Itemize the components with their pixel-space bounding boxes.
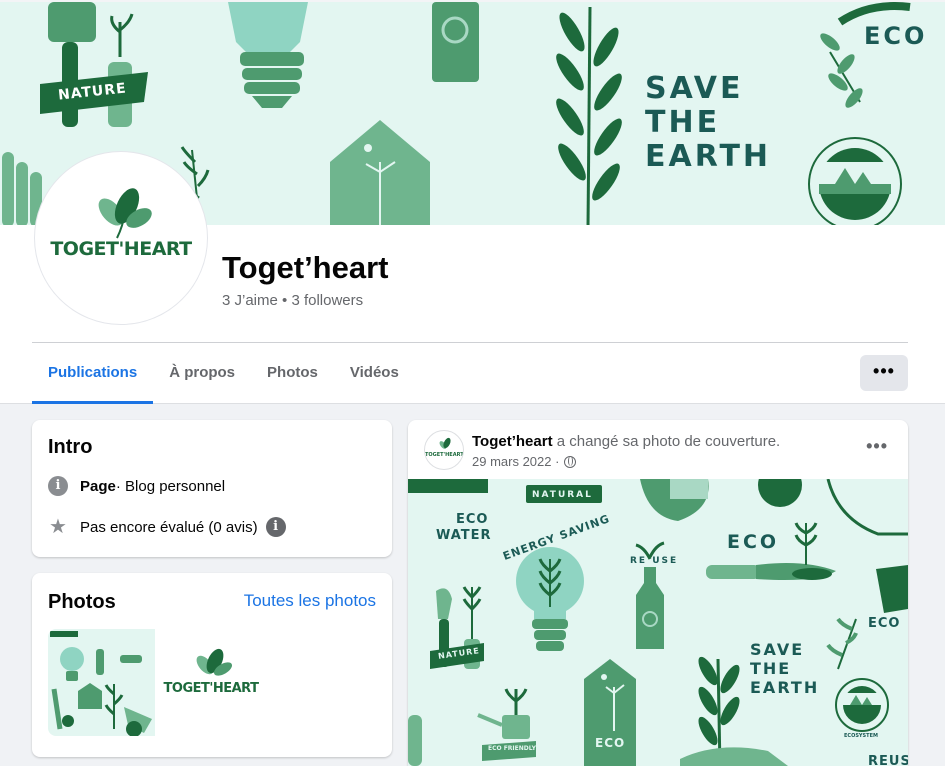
- post-avatar-logo-text: TOGET'HEART: [425, 452, 464, 458]
- save-the-earth-text: SAVE THE EARTH: [645, 72, 771, 174]
- save-line-1: SAVE: [645, 71, 744, 106]
- info-icon: i: [48, 476, 68, 496]
- save-line-2: THE: [645, 105, 721, 140]
- eco-water-line-2: WATER: [436, 528, 492, 543]
- post-header: Toget’heart a changé sa photo de couvert…: [472, 433, 780, 450]
- rating-info-icon[interactable]: i: [265, 517, 286, 537]
- post-cover-image[interactable]: NATURAL ECO WATER ENERGY SAVING RE USE E…: [408, 479, 908, 766]
- save-the-earth-text: SAVE THE EARTH: [750, 640, 819, 697]
- avatar-logo-text: TOGET'HEART: [50, 238, 192, 260]
- reuse-label: RE USE: [630, 556, 679, 566]
- post-author-avatar[interactable]: TOGET'HEART: [424, 430, 464, 470]
- photo-thumbnail-cover[interactable]: [48, 629, 155, 736]
- thumbnail-logo-text: TOGET'HEART: [163, 681, 259, 696]
- tab-publications[interactable]: Publications: [32, 344, 154, 404]
- eco-label: ECO: [864, 22, 928, 50]
- photos-title: Photos: [48, 591, 116, 613]
- photo-thumbnail-logo[interactable]: TOGET'HEART: [157, 629, 265, 736]
- profile-avatar[interactable]: TOGET'HEART: [35, 152, 207, 324]
- post-more-button[interactable]: •••: [866, 436, 888, 457]
- ecosystem-label: ECOSYSTEM: [844, 733, 878, 739]
- eco-friendly-label: ECO FRIENDLY: [488, 745, 536, 752]
- tab-videos[interactable]: Vidéos: [334, 344, 415, 404]
- eco-thumbnail-illustration: [50, 631, 152, 736]
- intro-rating-text: Pas encore évalué (0 avis): [80, 518, 258, 536]
- page-stats: 3 J’aime • 3 followers: [222, 292, 364, 309]
- post-action-text: a changé sa photo de couverture.: [552, 433, 781, 450]
- save-line-1: SAVE: [750, 640, 805, 659]
- tab-a-propos[interactable]: À propos: [153, 344, 251, 404]
- star-icon: ★: [49, 516, 67, 538]
- intro-category-label: · Blog personnel: [115, 477, 226, 495]
- intro-title: Intro: [48, 436, 93, 458]
- save-line-3: EARTH: [645, 139, 772, 174]
- intro-card: Intro i Page · Blog personnel ★ Pas enco…: [32, 420, 392, 557]
- photos-card: Photos Toutes les photos TOGET'HEART: [32, 573, 392, 757]
- eco-house-label: ECO: [595, 736, 626, 750]
- more-options-button[interactable]: •••: [860, 355, 908, 391]
- see-all-photos-link[interactable]: Toutes les photos: [244, 591, 376, 611]
- post-card: TOGET'HEART Toget’heart a changé sa phot…: [408, 420, 908, 766]
- intro-category-type: Page: [80, 477, 116, 495]
- save-line-2: THE: [750, 659, 792, 678]
- leaf-logo-icon: [439, 437, 451, 449]
- post-timestamp[interactable]: 29 mars 2022 ·: [472, 454, 577, 469]
- intro-category-row: i Page · Blog personnel: [48, 476, 225, 496]
- save-line-3: EARTH: [750, 678, 820, 697]
- post-author-link[interactable]: Toget’heart: [472, 433, 553, 450]
- eco-right-label: ECO: [868, 616, 901, 631]
- reuse-partial-label: REUS: [868, 754, 908, 766]
- natural-label: NATURAL: [532, 490, 593, 500]
- eco-label: ECO: [727, 531, 780, 553]
- post-date-text: 29 mars 2022 ·: [472, 454, 560, 469]
- tab-photos[interactable]: Photos: [251, 344, 334, 404]
- eco-water-line-1: ECO: [456, 512, 489, 527]
- profile-tabs: Publications À propos Photos Vidéos: [32, 344, 415, 404]
- page-title: Toget’heart: [222, 250, 389, 285]
- globe-icon: [564, 455, 577, 468]
- header-divider: [32, 342, 908, 343]
- intro-rating-row: ★ Pas encore évalué (0 avis) i: [48, 517, 286, 537]
